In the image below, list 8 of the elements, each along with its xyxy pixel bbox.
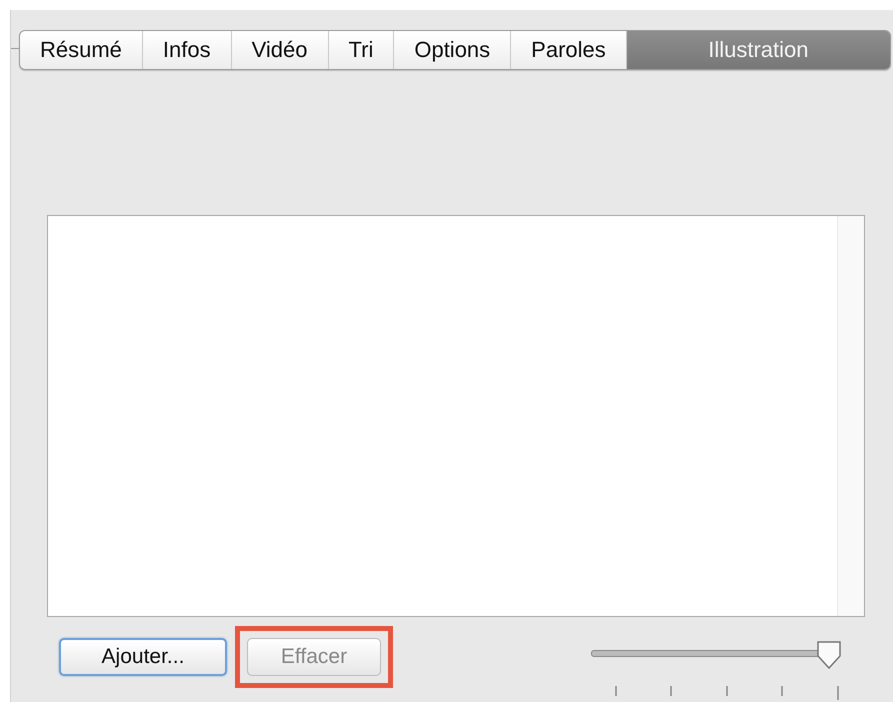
size-slider[interactable] <box>591 640 841 672</box>
tab[interactable]: Vidéo <box>232 31 328 69</box>
tab[interactable]: Résumé <box>20 31 143 69</box>
add-button[interactable]: Ajouter... <box>59 638 227 676</box>
tab[interactable]: Options <box>394 31 512 69</box>
slider-thumb[interactable] <box>816 640 842 670</box>
tab[interactable]: Infos <box>142 31 232 69</box>
tab[interactable]: Tri <box>328 31 394 69</box>
